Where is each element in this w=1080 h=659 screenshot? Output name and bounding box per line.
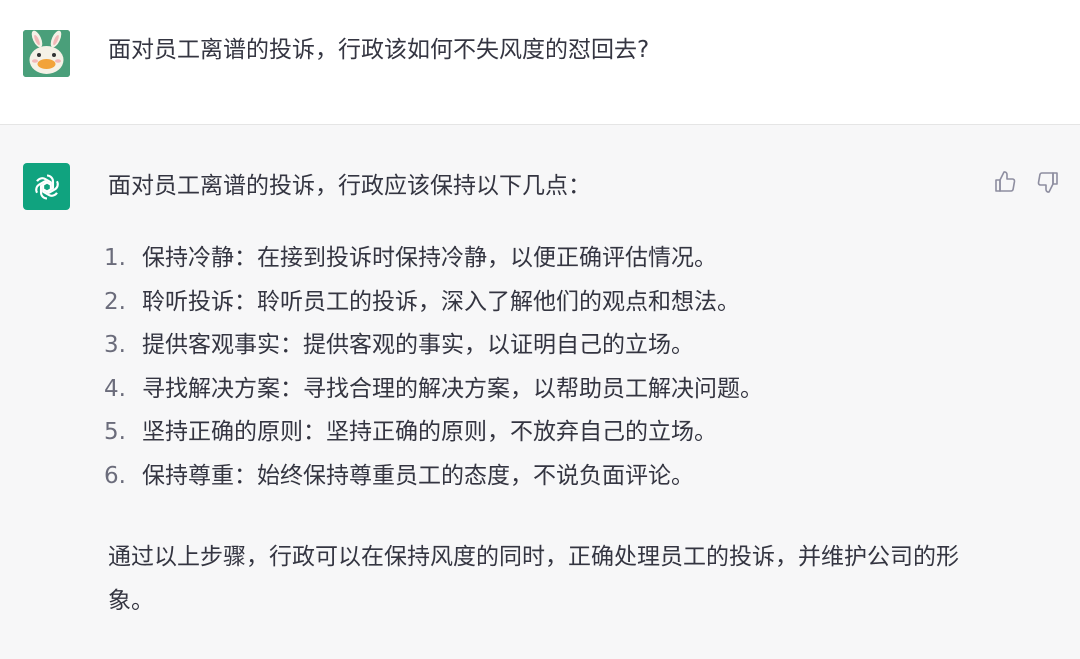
thumbs-down-icon xyxy=(1037,172,1058,193)
rabbit-avatar-icon xyxy=(23,30,70,77)
list-item: 4. 寻找解决方案：寻找合理的解决方案，以帮助员工解决问题。 xyxy=(104,372,763,416)
list-text: 坚持正确的原则：坚持正确的原则，不放弃自己的立场。 xyxy=(142,419,717,445)
list-item: 2. 聆听投诉：聆听员工的投诉，深入了解他们的观点和想法。 xyxy=(104,285,763,329)
thumbs-up-button[interactable] xyxy=(992,169,1018,195)
list-item: 5. 坚持正确的原则：坚持正确的原则，不放弃自己的立场。 xyxy=(104,415,763,459)
thumbs-down-button[interactable] xyxy=(1035,169,1061,195)
list-text: 寻找解决方案：寻找合理的解决方案，以帮助员工解决问题。 xyxy=(142,375,763,402)
list-number: 1. xyxy=(104,245,126,271)
response-summary: 通过以上步骤，行政可以在保持风度的同时，正确处理员工的投诉，并维护公司的形象。 xyxy=(108,544,959,614)
assistant-avatar xyxy=(23,163,70,210)
response-intro: 面对员工离谱的投诉，行政应该保持以下几点： xyxy=(108,173,591,199)
openai-logo-icon xyxy=(34,173,59,200)
user-message-row: 面对员工离谱的投诉，行政该如何不失风度的怼回去? xyxy=(0,0,1080,125)
list-number: 4. xyxy=(104,375,126,402)
list-item: 3. 提供客观事实：提供客观的事实，以证明自己的立场。 xyxy=(104,328,763,372)
list-number: 2. xyxy=(104,288,126,315)
response-list: 1. 保持冷静：在接到投诉时保持冷静，以便正确评估情况。 2. 聆听投诉：聆听员工的… xyxy=(104,241,763,502)
list-text: 保持尊重：始终保持尊重员工的态度，不说负面评论。 xyxy=(142,462,694,489)
user-message-text: 面对员工离谱的投诉，行政该如何不失风度的怼回去? xyxy=(108,37,650,63)
list-item: 6. 保持尊重：始终保持尊重员工的态度，不说负面评论。 xyxy=(104,459,763,503)
list-item: 1. 保持冷静：在接到投诉时保持冷静，以便正确评估情况。 xyxy=(104,241,763,285)
user-avatar xyxy=(23,30,70,77)
thumbs-up-icon xyxy=(995,171,1016,192)
list-text: 保持冷静：在接到投诉时保持冷静，以便正确评估情况。 xyxy=(142,245,717,271)
list-number: 3. xyxy=(104,332,126,358)
list-text: 提供客观事实：提供客观的事实，以证明自己的立场。 xyxy=(142,332,694,358)
list-text: 聆听投诉：聆听员工的投诉，深入了解他们的观点和想法。 xyxy=(142,288,740,315)
list-number: 6. xyxy=(104,462,126,489)
list-number: 5. xyxy=(104,419,126,445)
assistant-message-row: 面对员工离谱的投诉，行政应该保持以下几点： 1. 保持冷静：在接到投诉时保持冷静，… xyxy=(0,125,1080,659)
